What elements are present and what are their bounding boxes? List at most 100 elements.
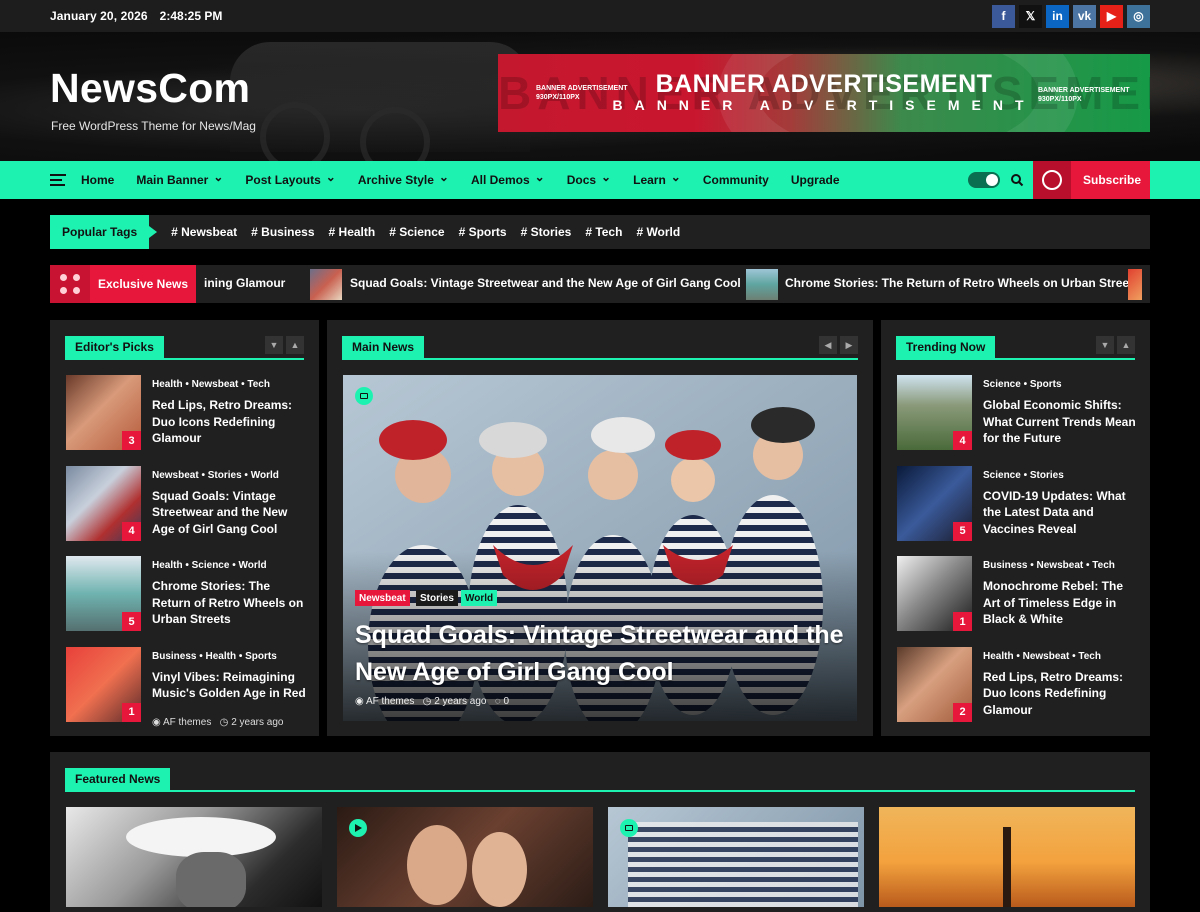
featured-card[interactable] bbox=[66, 807, 322, 907]
vk-icon[interactable]: vk bbox=[1073, 4, 1096, 28]
nav-item-docs[interactable]: Docs ⌄ bbox=[566, 170, 612, 187]
story-categories[interactable]: Health • Newsbeat • Tech bbox=[983, 651, 1101, 662]
nav-item-learn[interactable]: Learn ⌄ bbox=[633, 170, 681, 187]
story-categories[interactable]: Science • Sports bbox=[983, 379, 1062, 390]
dark-mode-toggle[interactable] bbox=[968, 172, 1000, 188]
story-title[interactable]: Chrome Stories: The Return of Retro Whee… bbox=[152, 578, 310, 628]
subscribe-button[interactable]: Subscribe bbox=[1033, 161, 1150, 199]
chevron-right-icon[interactable]: ▶ bbox=[840, 336, 858, 354]
tag-link[interactable]: # Stories bbox=[521, 225, 572, 239]
nav-item-archive-style[interactable]: Archive Style ⌄ bbox=[358, 171, 449, 187]
hamburger-menu-icon[interactable] bbox=[50, 174, 66, 186]
chevron-left-icon[interactable]: ◀ bbox=[819, 336, 837, 354]
author-name[interactable]: AF themes bbox=[163, 717, 211, 728]
ticker-thumbnail bbox=[1128, 269, 1142, 300]
category-badge[interactable]: Stories bbox=[416, 590, 458, 606]
story-title[interactable]: Red Lips, Retro Dreams: Duo Icons Redefi… bbox=[983, 669, 1141, 719]
featured-card[interactable] bbox=[879, 807, 1135, 907]
search-icon[interactable] bbox=[1010, 173, 1024, 187]
chevron-up-icon[interactable]: ▲ bbox=[1117, 336, 1135, 354]
main-news-headline[interactable]: Squad Goals: Vintage Streetwear and the … bbox=[355, 617, 845, 691]
story-title[interactable]: Red Lips, Retro Dreams: Duo Icons Redefi… bbox=[152, 397, 310, 447]
story-item[interactable]: 1 Business • Newsbeat • Tech Monochrome Re… bbox=[897, 556, 1137, 632]
story-item[interactable]: 5 Science • Stories COVID-19 Updates: What… bbox=[897, 465, 1137, 542]
chevron-down-icon[interactable]: ▼ bbox=[265, 336, 283, 354]
featured-card[interactable] bbox=[608, 807, 864, 907]
featured-header: Featured News bbox=[65, 768, 1135, 792]
story-item[interactable]: 3 Health • Newsbeat • Tech Red Lips, Retro… bbox=[66, 375, 306, 451]
ticker-item[interactable]: Chrome Stories: The Return of Retro Whee… bbox=[785, 276, 1140, 290]
story-title[interactable]: Squad Goals: Vintage Streetwear and the … bbox=[152, 488, 310, 538]
featured-image-statue bbox=[1003, 827, 1011, 907]
facebook-icon[interactable]: f bbox=[992, 4, 1015, 28]
story-item[interactable]: 1 Business • Health • Sports Vinyl Vibes: … bbox=[66, 646, 306, 728]
clock-icon: ◷ bbox=[219, 716, 229, 728]
editors-picks-panel: Editor's Picks ▼ ▲ 3 Health • Newsbeat • … bbox=[50, 320, 319, 736]
chevron-down-icon: ⌄ bbox=[670, 170, 681, 184]
tag-link[interactable]: # Sports bbox=[459, 225, 507, 239]
toggle-knob bbox=[986, 174, 998, 186]
story-rank-badge: 5 bbox=[953, 521, 972, 541]
play-icon bbox=[349, 819, 367, 837]
chevron-down-icon: ⌄ bbox=[534, 170, 545, 184]
story-categories[interactable]: Newsbeat • Stories • World bbox=[152, 470, 279, 481]
tag-link[interactable]: # Science bbox=[389, 225, 444, 239]
story-categories[interactable]: Health • Science • World bbox=[152, 560, 267, 571]
trending-title: Trending Now bbox=[896, 336, 996, 358]
main-news-slide[interactable]: Newsbeat Stories World Squad Goals: Vint… bbox=[343, 375, 857, 721]
featured-image-hat bbox=[126, 817, 276, 857]
ticker-item[interactable]: ining Glamour bbox=[204, 276, 285, 290]
chevron-up-icon[interactable]: ▲ bbox=[286, 336, 304, 354]
story-item[interactable]: 2 Health • Newsbeat • Tech Red Lips, Retro… bbox=[897, 646, 1137, 723]
main-news-meta: ◉ AF themes ◷ 2 years ago ◌ 0 bbox=[355, 696, 509, 707]
tag-link[interactable]: # Health bbox=[329, 225, 376, 239]
nav-item-main-banner[interactable]: Main Banner ⌄ bbox=[136, 171, 223, 187]
story-categories[interactable]: Health • Newsbeat • Tech bbox=[152, 379, 270, 390]
main-news-arrows: ◀ ▶ bbox=[819, 336, 858, 354]
nav-item-label: Docs bbox=[566, 173, 597, 187]
story-rank-badge: 1 bbox=[953, 612, 972, 631]
exclusive-news-label: Exclusive News bbox=[90, 265, 196, 303]
featured-card[interactable] bbox=[337, 807, 593, 907]
story-categories[interactable]: Business • Health • Sports bbox=[152, 651, 277, 662]
nav-item-upgrade[interactable]: Upgrade bbox=[791, 173, 840, 187]
story-categories[interactable]: Business • Newsbeat • Tech bbox=[983, 560, 1115, 571]
story-title[interactable]: Global Economic Shifts: What Current Tre… bbox=[983, 397, 1141, 447]
nav-item-community[interactable]: Community bbox=[703, 173, 769, 187]
story-item[interactable]: 4 Newsbeat • Stories • World Squad Goals: … bbox=[66, 465, 306, 542]
tag-link[interactable]: # Tech bbox=[585, 225, 622, 239]
tag-link[interactable]: # Business bbox=[251, 225, 314, 239]
nav-item-label: Learn bbox=[633, 173, 666, 187]
site-tagline: Free WordPress Theme for News/Mag bbox=[51, 119, 256, 133]
linkedin-icon[interactable]: in bbox=[1046, 4, 1069, 28]
post-time: 2 years ago bbox=[231, 716, 284, 728]
story-rank-badge: 4 bbox=[953, 431, 972, 450]
category-badge[interactable]: World bbox=[461, 590, 498, 606]
author-icon: ◉ bbox=[355, 696, 364, 707]
nav-item-home[interactable]: Home bbox=[81, 173, 114, 187]
story-title[interactable]: Vinyl Vibes: Reimagining Music's Golden … bbox=[152, 669, 310, 702]
nav-item-post-layouts[interactable]: Post Layouts ⌄ bbox=[245, 171, 335, 187]
instagram-icon[interactable]: ◎ bbox=[1127, 4, 1150, 28]
youtube-icon[interactable]: ▶ bbox=[1100, 4, 1123, 28]
story-item[interactable]: 4 Science • Sports Global Economic Shifts:… bbox=[897, 375, 1137, 451]
site-logo[interactable]: NewsCom bbox=[50, 65, 250, 112]
comment-count[interactable]: 0 bbox=[504, 696, 510, 707]
featured-image-face bbox=[176, 852, 246, 907]
chevron-down-icon[interactable]: ▼ bbox=[1096, 336, 1114, 354]
author-name[interactable]: AF themes bbox=[366, 696, 414, 707]
tag-link[interactable]: # Newsbeat bbox=[171, 225, 237, 239]
x-twitter-icon[interactable]: 𝕏 bbox=[1019, 4, 1042, 28]
nav-item-all-demos[interactable]: All Demos ⌄ bbox=[471, 170, 545, 187]
author-icon: ◉ bbox=[152, 716, 161, 728]
category-badge[interactable]: Newsbeat bbox=[355, 590, 410, 606]
tag-link[interactable]: # World bbox=[636, 225, 680, 239]
chevron-down-icon: ⌄ bbox=[601, 170, 612, 184]
story-item[interactable]: 5 Health • Science • World Chrome Stories:… bbox=[66, 556, 306, 632]
popular-tags-bar: Popular Tags # Newsbeat # Business # Healt… bbox=[50, 215, 1150, 249]
story-title[interactable]: COVID-19 Updates: What the Latest Data a… bbox=[983, 488, 1141, 538]
banner-advertisement[interactable]: BANNER ADVERTISEMENT BANNER ADVERTISEMEN… bbox=[498, 54, 1150, 132]
ticker-item[interactable]: Squad Goals: Vintage Streetwear and the … bbox=[350, 276, 741, 290]
story-categories[interactable]: Science • Stories bbox=[983, 470, 1064, 481]
story-title[interactable]: Monochrome Rebel: The Art of Timeless Ed… bbox=[983, 578, 1141, 628]
